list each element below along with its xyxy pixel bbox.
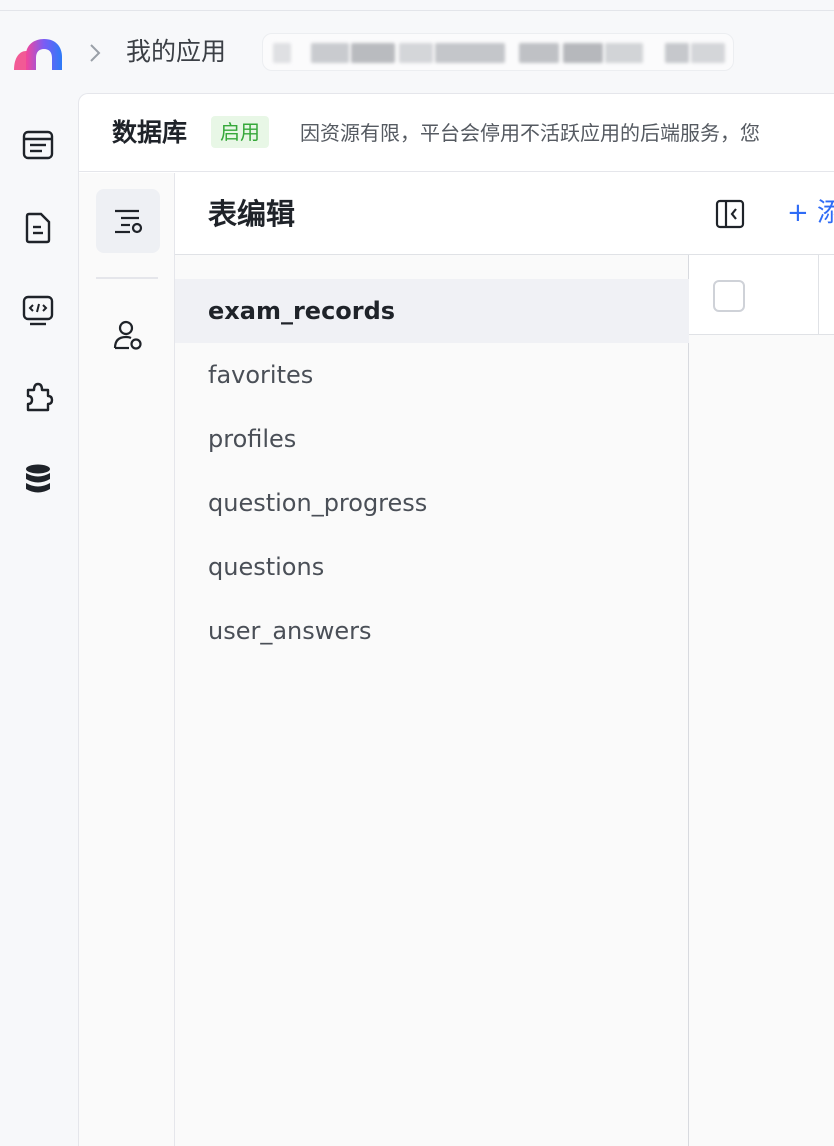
tab-table-editor[interactable]: [96, 189, 160, 253]
puzzle-plugin-icon[interactable]: [20, 378, 56, 414]
browser-window-icon[interactable]: [20, 127, 56, 163]
chevron-right-icon: [86, 41, 104, 65]
list-item-table[interactable]: profiles: [175, 407, 689, 471]
top-border: [0, 0, 834, 11]
table-name-label: profiles: [208, 425, 297, 453]
table-list-header: 表编辑: [175, 173, 689, 255]
column-separator[interactable]: [818, 255, 819, 335]
sidebar-collapse-icon[interactable]: [715, 199, 745, 229]
list-item-table[interactable]: question_progress: [175, 471, 689, 535]
list-item-table[interactable]: favorites: [175, 343, 689, 407]
table-list-title: 表编辑: [208, 197, 296, 231]
breadcrumb-my-apps[interactable]: 我的应用: [126, 35, 226, 69]
add-row-label: + 添加: [787, 198, 834, 228]
table-data-grid: + 添加: [689, 173, 834, 1146]
code-monitor-icon[interactable]: [20, 293, 56, 329]
document-icon[interactable]: [20, 210, 56, 246]
page-title: 数据库: [112, 118, 188, 147]
app-header: 我的应用: [0, 11, 834, 93]
table-list-column: 表编辑 exam_records favorites profiles ques…: [175, 173, 689, 1146]
database-panel: 数据库 启用 因资源有限，平台会停用不活跃应用的后端服务，您 表编辑 exam_…: [78, 93, 834, 1146]
grid-header-row: [689, 255, 834, 335]
table-name-label: exam_records: [208, 297, 396, 325]
table-name-label: questions: [208, 553, 325, 581]
sub-nav-column: [79, 173, 175, 1146]
table-name-label: user_answers: [208, 617, 372, 645]
table-list-icon: [115, 209, 143, 234]
table-name-label: question_progress: [208, 489, 428, 517]
app-logo-icon[interactable]: [12, 37, 64, 71]
add-row-button[interactable]: + 添加: [787, 173, 834, 255]
status-badge: 启用: [211, 116, 269, 148]
list-item-table[interactable]: user_answers: [175, 599, 689, 663]
list-item-table[interactable]: exam_records: [175, 279, 689, 343]
list-item-table[interactable]: questions: [175, 535, 689, 599]
table-name-label: favorites: [208, 361, 314, 389]
resource-notice-text: 因资源有限，平台会停用不活跃应用的后端服务，您: [300, 121, 760, 145]
database-icon[interactable]: [20, 461, 56, 497]
user-icon: [113, 320, 142, 350]
app-name-breadcrumb-redacted[interactable]: [262, 33, 734, 71]
tab-users[interactable]: [96, 303, 160, 367]
panel-header: 数据库 启用 因资源有限，平台会停用不活跃应用的后端服务，您: [79, 94, 834, 172]
grid-toolbar: + 添加: [689, 173, 834, 255]
left-nav-rail: [0, 93, 78, 1146]
select-all-checkbox[interactable]: [713, 280, 745, 312]
tab-divider: [96, 277, 158, 279]
